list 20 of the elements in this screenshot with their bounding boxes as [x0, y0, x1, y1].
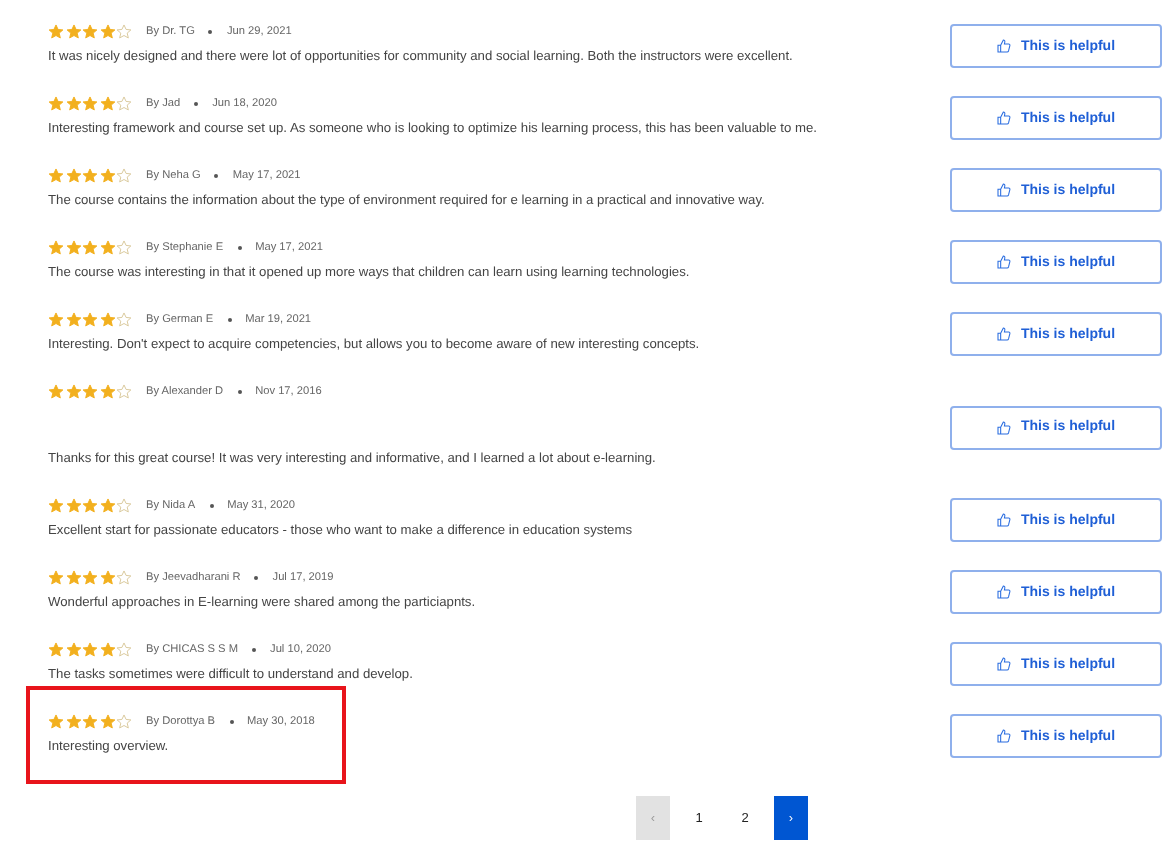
thumbs-up-icon	[996, 326, 1013, 342]
thumbs-up-icon	[996, 38, 1013, 54]
thumbs-up-icon	[996, 512, 1013, 528]
separator-dot	[254, 576, 259, 580]
thumbs-up-icon	[996, 656, 1013, 672]
separator-dot	[194, 102, 199, 106]
separator-dot	[209, 504, 214, 508]
thumbs-up-icon	[996, 419, 1013, 435]
separator-dot	[208, 30, 213, 34]
separator-dot	[237, 390, 242, 394]
separator-dot	[229, 720, 234, 724]
separator-dot	[227, 318, 232, 322]
thumbs-up-icon	[996, 728, 1013, 744]
thumbs-up-icon	[996, 584, 1013, 600]
thumbs-up-icon	[996, 182, 1013, 198]
thumbs-up-icon	[996, 110, 1013, 126]
separator-dot	[237, 246, 242, 250]
separator-dot	[214, 174, 219, 178]
separator-dot	[252, 648, 257, 652]
thumbs-up-icon	[996, 254, 1013, 270]
